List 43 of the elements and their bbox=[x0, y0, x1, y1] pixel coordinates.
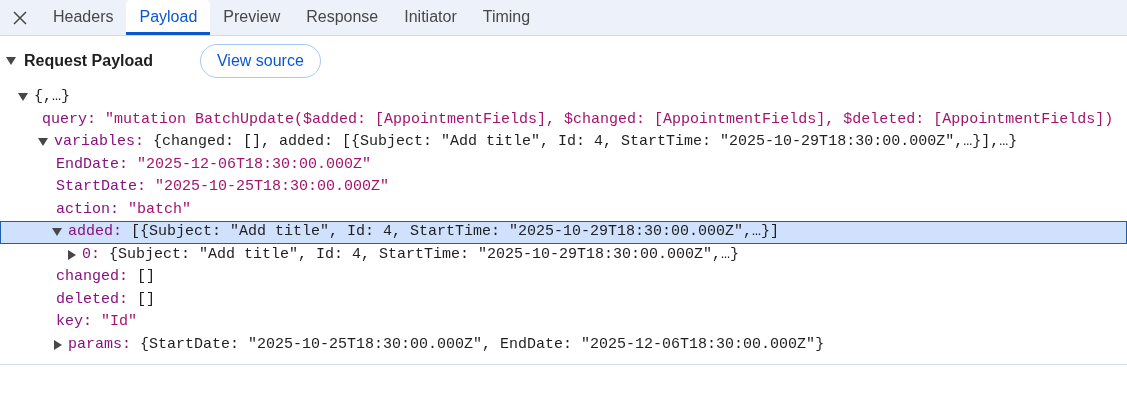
property-key: 0: bbox=[82, 243, 100, 266]
tab[interactable]: Response bbox=[293, 0, 392, 35]
string-value: "Id" bbox=[101, 312, 138, 333]
object-preview: [{Subject: "Add title", Id: 4, StartTime: "2025-10-29T18:30:00.000Z",…}] bbox=[131, 222, 780, 243]
object-preview: {changed: [], added: [{Subject: "Add title", Id: 4, StartTime: "2025-10-29T18:30:00.000Z",…}],…} bbox=[153, 132, 1018, 153]
tab[interactable]: Payload bbox=[126, 0, 211, 35]
close-icon[interactable] bbox=[12, 9, 28, 26]
object-preview: [] bbox=[137, 267, 156, 288]
property-key: changed: bbox=[56, 266, 128, 289]
tree-row[interactable]: variables: {changed: [], added: [{Subject: "Add title", Id: 4, StartTime: "2025-10-29T18:30:00.000Z",…}],…} bbox=[0, 131, 1127, 154]
property-key: params: bbox=[68, 333, 131, 356]
property-key: StartDate: bbox=[56, 176, 146, 199]
string-value: "2025-10-25T18:30:00.000Z" bbox=[155, 177, 390, 198]
property-key: deleted: bbox=[56, 288, 128, 311]
tree-row[interactable]: {,…} bbox=[0, 86, 1127, 109]
tree-row[interactable]: 0: {Subject: "Add title", Id: 4, StartTime: "2025-10-29T18:30:00.000Z",…} bbox=[0, 243, 1127, 266]
disclosure-triangle-icon[interactable] bbox=[38, 138, 48, 147]
object-preview: [] bbox=[137, 289, 156, 310]
disclosure-triangle-icon[interactable] bbox=[18, 93, 28, 102]
string-value: "2025-12-06T18:30:00.000Z" bbox=[137, 154, 372, 175]
tree-row[interactable]: added: [{Subject: "Add title", Id: 4, StartTime: "2025-10-29T18:30:00.000Z",…}] bbox=[0, 221, 1127, 244]
tree-row[interactable]: params: {StartDate: "2025-10-25T18:30:00.000Z", EndDate: "2025-12-06T18:30:00.000Z"} bbox=[0, 333, 1127, 356]
disclosure-triangle-icon[interactable] bbox=[6, 57, 16, 65]
string-value: "mutation BatchUpdate($added: [AppointmentFields], $changed: [AppointmentFields], $deleted: [AppointmentFields]) bbox=[105, 109, 1114, 130]
object-preview: {StartDate: "2025-10-25T18:30:00.000Z", EndDate: "2025-12-06T18:30:00.000Z"} bbox=[140, 334, 825, 355]
disclosure-triangle-icon[interactable] bbox=[54, 339, 62, 350]
tab[interactable]: Initiator bbox=[391, 0, 470, 35]
property-key: action: bbox=[56, 198, 119, 221]
tab[interactable]: Headers bbox=[40, 0, 127, 35]
disclosure-triangle-icon[interactable] bbox=[68, 249, 76, 260]
tab[interactable]: Preview bbox=[210, 0, 294, 35]
property-key: query: bbox=[42, 108, 96, 131]
property-key: added: bbox=[68, 221, 122, 244]
view-source-button[interactable]: View source bbox=[199, 44, 321, 78]
property-key: key: bbox=[56, 311, 92, 334]
object-preview: {,…} bbox=[34, 87, 70, 108]
object-preview: {Subject: "Add title", Id: 4, StartTime: "2025-10-29T18:30:00.000Z",…} bbox=[109, 244, 740, 265]
property-key: EndDate: bbox=[56, 153, 128, 176]
string-value: "batch" bbox=[128, 199, 192, 220]
disclosure-triangle-icon[interactable] bbox=[52, 228, 62, 237]
tab[interactable]: Timing bbox=[469, 0, 544, 35]
section-title: Request Payload bbox=[24, 51, 153, 71]
property-key: variables: bbox=[54, 131, 144, 154]
